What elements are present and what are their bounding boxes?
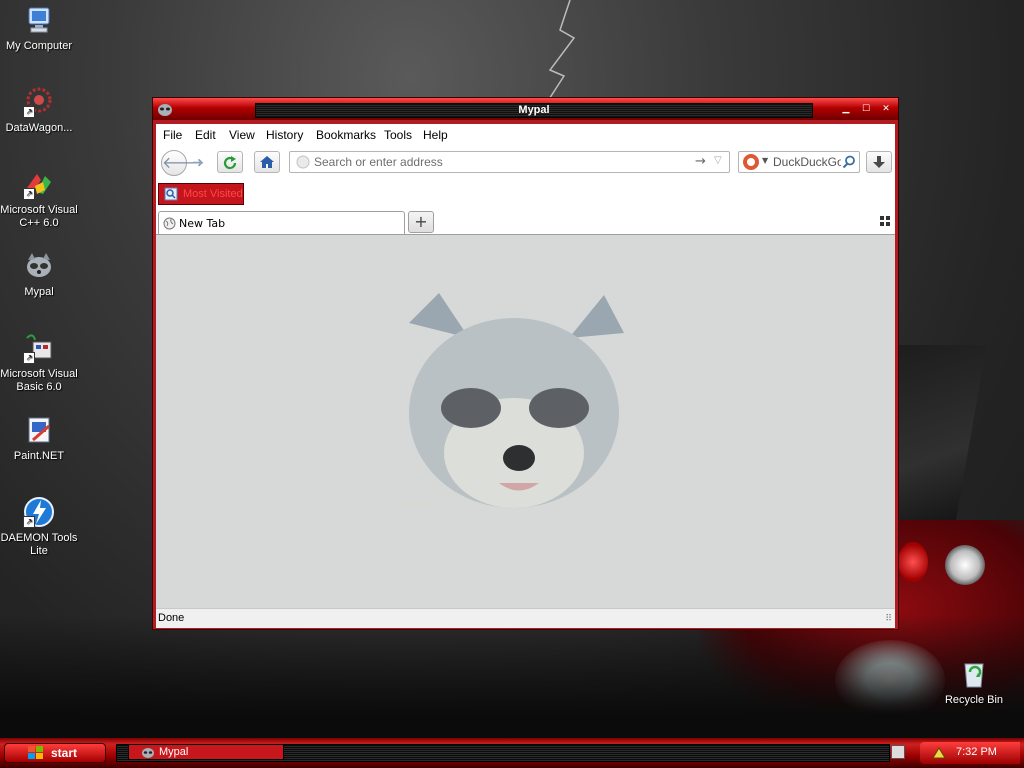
window-title: Mypal <box>518 104 550 116</box>
tab-strip: New Tab + <box>156 210 895 234</box>
site-identity-icon <box>296 155 310 169</box>
desktop-icon-label: Mypal <box>24 286 54 298</box>
desktop-icon-datawagon[interactable]: ↗ DataWagon... <box>0 86 78 135</box>
browser-content: File Edit View History Bookmarks Tools H… <box>156 124 895 628</box>
raccoon-icon <box>142 748 154 758</box>
desktop-icon-visual-basic[interactable]: ↗ Microsoft Visual Basic 6.0 <box>0 332 78 394</box>
shortcut-arrow-icon: ↗ <box>23 516 35 528</box>
menu-bookmarks[interactable]: Bookmarks <box>316 128 376 142</box>
search-bar[interactable]: ▼ <box>738 151 860 173</box>
shortcut-arrow-icon: ↗ <box>23 188 35 200</box>
new-tab-button[interactable]: + <box>408 211 434 233</box>
download-arrow-icon <box>873 156 885 168</box>
downloads-button[interactable] <box>866 151 892 173</box>
menu-edit[interactable]: Edit <box>195 128 216 142</box>
status-text: Done <box>158 612 185 624</box>
engine-dropdown-icon[interactable]: ▼ <box>762 156 768 165</box>
dropdown-arrow-icon[interactable]: ▽ <box>714 155 722 166</box>
start-label: start <box>51 746 78 760</box>
page-viewport[interactable]: ······ <box>156 234 895 609</box>
raccoon-icon <box>23 250 55 282</box>
bookmarks-toolbar: Most Visited <box>156 182 895 208</box>
desktop-icon-my-computer[interactable]: My Computer <box>0 4 78 53</box>
search-input[interactable] <box>773 154 841 170</box>
start-button[interactable]: start <box>4 743 106 763</box>
desktop-icon-label: DataWagon... <box>5 122 73 134</box>
menu-file[interactable]: File <box>163 128 182 142</box>
menu-help[interactable]: Help <box>423 128 448 142</box>
car-tail-light <box>898 542 928 582</box>
datawagon-icon: ↗ <box>23 86 55 118</box>
taskbar-item-label: Mypal <box>159 746 189 758</box>
desktop-icon-label: Microsoft Visual Basic 6.0 <box>0 368 78 393</box>
back-button[interactable]: 🡐 <box>161 150 205 176</box>
globe-icon <box>163 217 176 230</box>
desktop-icon-recycle-bin[interactable]: Recycle Bin <box>935 658 1013 707</box>
home-button[interactable] <box>254 151 280 173</box>
plus-icon: + <box>414 212 428 231</box>
tab-grid-icon[interactable] <box>880 216 890 226</box>
desktop-icon-label: Paint.NET <box>13 450 65 462</box>
browser-window: Mypal ▁ ☐ ✕ File Edit View History Bookm… <box>152 97 899 630</box>
raccoon-logo: ······ <box>404 293 624 511</box>
svg-text:······: ······ <box>404 498 425 511</box>
desktop-icon-mypal[interactable]: Mypal <box>0 250 78 299</box>
desktop-icon-visual-cpp[interactable]: ↗ Microsoft Visual C++ 6.0 <box>0 168 78 230</box>
show-desktop-icon[interactable] <box>891 745 905 759</box>
search-icon[interactable] <box>842 155 856 169</box>
desktop-icon-daemon-tools[interactable]: ↗ DAEMON Tools Lite <box>0 496 78 558</box>
computer-icon <box>23 4 55 36</box>
desktop-icon-label: My Computer <box>5 40 73 52</box>
windows-logo-icon <box>28 746 43 759</box>
taskbar: start Mypal 7:32 PM <box>0 738 1024 768</box>
menu-tools[interactable]: Tools <box>384 128 412 142</box>
desktop-icon-label: Recycle Bin <box>944 694 1004 706</box>
forward-button[interactable]: ➜ <box>192 155 204 171</box>
resize-grip-icon[interactable]: ⠿ <box>885 614 892 624</box>
go-arrow-icon[interactable]: → <box>695 154 706 169</box>
duckduckgo-icon[interactable] <box>743 154 759 170</box>
shortcut-arrow-icon: ↗ <box>23 106 35 118</box>
tray-app-icon[interactable] <box>932 746 946 760</box>
system-tray: 7:32 PM <box>920 742 1020 764</box>
car-tail-light <box>945 545 985 585</box>
desktop-icon-label: DAEMON Tools Lite <box>0 532 78 557</box>
address-bar[interactable]: → ▽ <box>289 151 730 173</box>
tab-label: New Tab <box>179 217 226 230</box>
bookmark-most-visited[interactable]: Most Visited <box>158 183 244 205</box>
desktop-icon-label: Microsoft Visual C++ 6.0 <box>0 204 78 229</box>
address-input[interactable] <box>314 154 684 170</box>
desktop-icon-paint-net[interactable]: Paint.NET <box>0 414 78 463</box>
daemon-tools-icon: ↗ <box>23 496 55 528</box>
menu-bar: File Edit View History Bookmarks Tools H… <box>156 124 895 146</box>
status-bar: Done ⠿ <box>156 608 895 628</box>
visual-cpp-icon: ↗ <box>23 168 55 200</box>
reload-icon <box>223 156 237 170</box>
tab-new-tab[interactable]: New Tab <box>158 211 405 234</box>
folder-icon <box>164 187 178 201</box>
visual-basic-icon: ↗ <box>23 332 55 364</box>
bookmark-label: Most Visited <box>183 188 243 200</box>
maximize-button[interactable]: ☐ <box>856 103 876 116</box>
recycle-bin-icon <box>958 658 990 690</box>
close-button[interactable]: ✕ <box>876 103 896 116</box>
navigation-toolbar: 🡐 ➜ → <box>156 148 895 180</box>
reload-button[interactable] <box>217 151 243 173</box>
shortcut-arrow-icon: ↗ <box>23 352 35 364</box>
window-app-icon[interactable] <box>157 101 173 117</box>
title-strip: Mypal <box>255 103 813 118</box>
title-bar[interactable]: Mypal ▁ ☐ ✕ <box>153 98 898 120</box>
forward-arrow-icon: ➜ <box>192 155 204 171</box>
lightning-bolt <box>541 0 576 110</box>
road <box>0 615 1024 740</box>
minimize-button[interactable]: ▁ <box>836 103 856 116</box>
menu-history[interactable]: History <box>266 128 303 142</box>
paint-net-icon <box>23 414 55 446</box>
home-icon <box>260 156 274 168</box>
taskbar-item-mypal[interactable]: Mypal <box>128 744 284 760</box>
menu-view[interactable]: View <box>229 128 255 142</box>
clock[interactable]: 7:32 PM <box>956 746 997 758</box>
